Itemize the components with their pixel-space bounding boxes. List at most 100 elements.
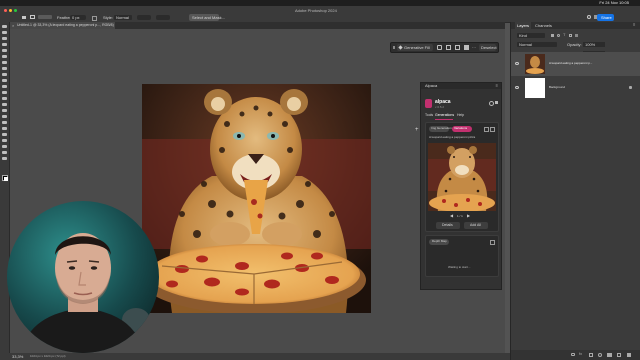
- style-value: Normal: [116, 15, 129, 20]
- path-select-tool-icon[interactable]: [2, 133, 7, 136]
- card-copy-icon[interactable]: [484, 127, 489, 132]
- share-label: Share: [601, 15, 612, 20]
- layers-tab-bar: Layers Channels ≡: [511, 22, 640, 29]
- depth-map-close-icon[interactable]: [490, 240, 495, 245]
- layer-thumbnail: [525, 78, 545, 98]
- search-icon[interactable]: [587, 15, 591, 19]
- home-icon[interactable]: [22, 16, 26, 19]
- new-layer-icon[interactable]: [617, 353, 621, 357]
- hand-tool-icon[interactable]: [2, 145, 7, 148]
- link-layers-icon[interactable]: [571, 353, 575, 356]
- lasso-tool-icon[interactable]: [2, 43, 7, 46]
- history-brush-tool-icon[interactable]: [2, 91, 7, 94]
- generation-card: Img Generation Variations A leopard eati…: [425, 122, 499, 232]
- lock-icon[interactable]: [629, 86, 632, 89]
- marquee-tool-icon[interactable]: [30, 15, 35, 19]
- webcam-overlay: [7, 201, 159, 353]
- canvas-image[interactable]: [142, 84, 371, 313]
- prev-arrow-icon[interactable]: ◀: [450, 214, 453, 218]
- artboard-tool-icon[interactable]: [2, 31, 7, 34]
- layer-row[interactable]: A leopard eating a pepperoni p...: [511, 52, 640, 76]
- tab-tools[interactable]: Tools: [425, 113, 433, 118]
- opacity-label: Opacity:: [567, 42, 582, 47]
- fill-icon[interactable]: [464, 45, 469, 50]
- type-tool-icon[interactable]: [2, 127, 7, 130]
- tab-channels-label[interactable]: Channels: [535, 24, 552, 28]
- marquee-tool-icon[interactable]: [2, 37, 7, 40]
- panel-options-icon[interactable]: ≡: [633, 23, 635, 27]
- visibility-eye-icon[interactable]: [515, 62, 519, 65]
- generation-thumbnail[interactable]: [428, 143, 496, 211]
- kind-filter-label: Kind: [519, 33, 528, 38]
- invert-icon[interactable]: [446, 45, 451, 50]
- new-group-icon[interactable]: [607, 353, 612, 357]
- window-close-dot[interactable]: [4, 9, 7, 12]
- crop-tool-icon[interactable]: [2, 55, 7, 58]
- move-tool-icon[interactable]: [2, 25, 7, 28]
- brush-tool-icon[interactable]: [2, 79, 7, 82]
- settings-icon[interactable]: [489, 101, 494, 106]
- background-color-swatch[interactable]: [4, 177, 8, 181]
- filter-smartobject-icon[interactable]: [575, 34, 578, 37]
- drag-handle-icon[interactable]: [393, 46, 395, 49]
- eyedropper-tool-icon[interactable]: [2, 67, 7, 70]
- transform-icon[interactable]: [455, 45, 460, 50]
- layers-bottom-bar: fx: [511, 350, 640, 360]
- eraser-tool-icon[interactable]: [2, 97, 7, 100]
- filter-type-icon[interactable]: T: [563, 33, 565, 37]
- zoom-level[interactable]: 33,3%: [12, 355, 23, 359]
- pen-tool-icon[interactable]: [2, 121, 7, 124]
- width-input[interactable]: [137, 15, 151, 20]
- stamp-tool-icon[interactable]: [2, 85, 7, 88]
- add-mask-icon[interactable]: [589, 353, 593, 357]
- blend-mode-value: Normal: [519, 42, 532, 47]
- layers-panel: Layers Channels ≡ Kind T Normal Opacity:…: [510, 22, 640, 360]
- dodge-tool-icon[interactable]: [2, 115, 7, 118]
- tab-help[interactable]: Help: [457, 113, 464, 118]
- filter-shape-icon[interactable]: [569, 34, 572, 37]
- close-tab-icon[interactable]: ×: [12, 24, 14, 28]
- collapse-icon[interactable]: [495, 101, 498, 104]
- chip-img-generation-label: Img Generation: [431, 126, 452, 130]
- card-delete-icon[interactable]: [490, 127, 495, 132]
- document-tab[interactable]: × Untitled-1 @ 33,3% (A leopard eating a…: [10, 22, 115, 29]
- add-all-label: Add All: [470, 223, 481, 227]
- deselect-label: Deselect: [481, 45, 497, 50]
- quick-select-tool-icon[interactable]: [2, 49, 7, 52]
- antialias-checkbox[interactable]: [92, 16, 97, 21]
- select-and-mask-label: Select and Mask...: [192, 15, 225, 20]
- layer-row[interactable]: Background: [511, 76, 640, 100]
- next-arrow-icon[interactable]: ▶: [467, 214, 470, 218]
- waiting-text: Waiting to start...: [448, 265, 471, 269]
- alpaca-logo-icon: [425, 99, 432, 108]
- mask-icon[interactable]: [437, 45, 442, 50]
- feather-value: 0 px: [72, 15, 80, 20]
- height-input[interactable]: [156, 15, 170, 20]
- contextual-task-bar: Generative Fill ··· Deselect: [390, 42, 499, 53]
- more-options-icon[interactable]: ···: [472, 46, 476, 50]
- fx-icon[interactable]: fx: [579, 352, 582, 356]
- layer-thumbnail: [525, 54, 545, 74]
- more-tools-icon[interactable]: [2, 157, 7, 160]
- document-tab-label: Untitled-1 @ 33,3% (A leopard eating a p…: [17, 23, 114, 27]
- frame-tool-icon[interactable]: [2, 61, 7, 64]
- selection-mode-icons[interactable]: [38, 15, 52, 19]
- window-min-dot[interactable]: [9, 9, 12, 12]
- gradient-tool-icon[interactable]: [2, 103, 7, 106]
- shape-tool-icon[interactable]: [2, 139, 7, 142]
- panel-menu-icon[interactable]: ≡: [496, 84, 498, 88]
- trash-icon[interactable]: [627, 353, 631, 357]
- zoom-tool-icon[interactable]: [2, 151, 7, 154]
- filter-adjustment-icon[interactable]: [557, 34, 560, 37]
- healing-tool-icon[interactable]: [2, 73, 7, 76]
- opacity-value: 100%: [585, 42, 596, 47]
- tab-generations[interactable]: Generations: [435, 113, 454, 118]
- filter-pixel-icon[interactable]: [551, 34, 554, 37]
- adjustment-layer-icon[interactable]: [598, 353, 602, 357]
- crosshair-cursor-icon: +: [415, 127, 419, 133]
- depth-map-label: Depth Map: [432, 239, 447, 243]
- window-max-dot[interactable]: [14, 9, 17, 12]
- prompt-text: A leopard eating a pepperoni pizza: [429, 135, 476, 139]
- visibility-eye-icon[interactable]: [515, 86, 519, 89]
- blur-tool-icon[interactable]: [2, 109, 7, 112]
